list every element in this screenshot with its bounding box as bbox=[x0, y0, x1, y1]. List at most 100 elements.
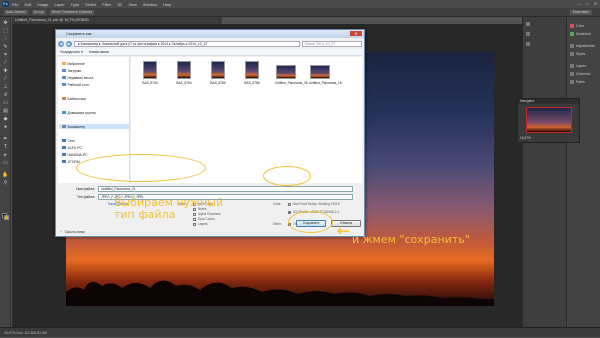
sidebar-item[interactable]: Загрузки bbox=[62, 68, 81, 73]
file-thumbnail[interactable]: BAS_8784 bbox=[173, 61, 195, 85]
sidebar-item-label: Библиотеки bbox=[67, 96, 86, 101]
menu-window[interactable]: Window bbox=[143, 2, 157, 7]
use-proof-setup-checkbox[interactable]: Use Proof Setup: Working CMYK bbox=[288, 202, 340, 206]
history-icon[interactable] bbox=[526, 21, 530, 27]
photoshop-window: Ps File Edit Image Layer Type Select Fil… bbox=[0, 0, 600, 337]
sidebar-item[interactable]: Избранное bbox=[62, 61, 85, 66]
layers-panel-tab[interactable]: Layers bbox=[570, 63, 586, 69]
brush-tool-icon[interactable]: ⁄ bbox=[2, 77, 9, 82]
sidebar-item[interactable]: STORM bbox=[62, 159, 80, 164]
menu-view[interactable]: View bbox=[128, 2, 137, 7]
file-thumbnail[interactable]: BAS_8785 bbox=[207, 61, 229, 85]
arrow-left-icon bbox=[337, 227, 349, 235]
hand-tool-icon[interactable]: ✋ bbox=[2, 173, 9, 178]
pen-tool-icon[interactable]: ✒ bbox=[2, 137, 9, 142]
dodge-tool-icon[interactable]: ● bbox=[2, 125, 9, 130]
swatches-panel-tab[interactable]: Swatches bbox=[570, 31, 591, 37]
organize-button[interactable]: Упорядочить ▾ bbox=[60, 50, 83, 54]
history-brush-tool-icon[interactable]: ↺ bbox=[2, 93, 9, 98]
filename-field[interactable]: Untitled_Panorama_21 bbox=[98, 185, 353, 192]
sidebar-item[interactable]: Домашняя группа bbox=[62, 110, 95, 115]
menu-3d[interactable]: 3D bbox=[117, 2, 122, 7]
adjustments-panel-tab[interactable]: Adjustments bbox=[570, 43, 595, 49]
properties-icon[interactable] bbox=[526, 31, 530, 37]
clone-stamp-tool-icon[interactable]: ⊥ bbox=[2, 85, 9, 90]
brush-presets-icon[interactable] bbox=[526, 41, 530, 47]
menu-type[interactable]: Type bbox=[71, 2, 80, 7]
sidebar-item[interactable]: Сеть bbox=[62, 138, 75, 143]
paths-panel-tab[interactable]: Paths bbox=[570, 79, 585, 85]
sidebar-item-label: Сеть bbox=[67, 138, 76, 143]
navigator-panel: Navigator 16,67% bbox=[517, 98, 580, 143]
menu-file[interactable]: File bbox=[12, 2, 18, 7]
new-folder-button[interactable]: Новая папка bbox=[89, 50, 109, 54]
document-tab[interactable]: Untitled_Panorama_21.psb @ 16,7% (RGB/8) bbox=[12, 17, 222, 24]
type-tool-icon[interactable]: T bbox=[2, 145, 9, 150]
zoom-tool-icon[interactable]: ⚲ bbox=[2, 181, 9, 186]
menu-help[interactable]: Help bbox=[163, 2, 171, 7]
navigator-zoom[interactable]: 16,67% bbox=[520, 136, 531, 140]
navigator-thumbnail[interactable] bbox=[526, 107, 572, 133]
menu-filter[interactable]: Filter bbox=[102, 2, 111, 7]
eraser-tool-icon[interactable]: ▭ bbox=[2, 101, 9, 106]
sidebar-item[interactable]: ALEX-PC bbox=[62, 145, 82, 150]
blur-tool-icon[interactable]: ◆ bbox=[2, 117, 9, 122]
crop-tool-icon[interactable]: ⌗ bbox=[2, 53, 9, 58]
move-tool-icon[interactable]: ✥ bbox=[2, 21, 9, 26]
eyedropper-tool-icon[interactable]: ⁄ bbox=[2, 61, 9, 66]
forward-icon[interactable]: ▶ bbox=[66, 41, 72, 47]
menu-image[interactable]: Image bbox=[37, 2, 48, 7]
workspace-switcher[interactable]: Essentials bbox=[569, 9, 592, 15]
file-thumbnail[interactable]: Untitled_Panorama_18 bbox=[309, 61, 342, 85]
tools-panel: ✥ ⬚ ◌ ✎ ⌗ ⁄ ✚ ⁄ ⊥ ↺ ▭ ▤ ◆ ● ✒ T ▸ ▭ ✋ ⚲ bbox=[0, 17, 11, 327]
menu-edit[interactable]: Edit bbox=[24, 2, 31, 7]
sidebar-item[interactable]: Недавние места bbox=[62, 75, 93, 80]
sidebar-item-label: Избранное bbox=[67, 61, 85, 66]
auto-select-checkbox[interactable]: Auto-Select: bbox=[4, 9, 28, 15]
folder-icon bbox=[62, 96, 66, 101]
image-preview bbox=[211, 61, 225, 79]
styles-panel-tab[interactable]: Styles bbox=[570, 51, 585, 57]
sidebar-item[interactable]: Рабочий стол bbox=[62, 82, 89, 87]
file-thumbnail[interactable]: BAS_8783 bbox=[139, 61, 161, 85]
background-color-swatch[interactable] bbox=[4, 215, 9, 220]
marquee-tool-icon[interactable]: ⬚ bbox=[2, 29, 9, 34]
file-thumbnail[interactable]: BAS_8786 bbox=[241, 61, 263, 85]
channels-panel-tab[interactable]: Channels bbox=[570, 71, 590, 77]
sidebar-item-label: Рабочий стол bbox=[67, 82, 89, 87]
file-name: Untitled_Panorama_08 bbox=[275, 81, 308, 85]
gradient-tool-icon[interactable]: ▤ bbox=[2, 109, 9, 114]
healing-tool-icon[interactable]: ✚ bbox=[2, 69, 9, 74]
maximize-button[interactable]: □ bbox=[586, 1, 588, 6]
breadcrumb[interactable]: ▸ Компьютер ▸ Локальный диск (C:) ▸ фото… bbox=[74, 41, 300, 47]
sidebar-item-label: Домашняя группа bbox=[67, 110, 96, 115]
dialog-title: Сохранить как bbox=[66, 32, 92, 36]
minimize-button[interactable]: — bbox=[577, 1, 581, 6]
shape-tool-icon[interactable]: ▭ bbox=[2, 161, 9, 166]
menu-select[interactable]: Select bbox=[85, 2, 96, 7]
sidebar-item[interactable]: Компьютер bbox=[59, 124, 129, 129]
dialog-toolbar: Упорядочить ▾ Новая папка bbox=[58, 49, 362, 56]
color-panel-tab[interactable]: Color bbox=[570, 23, 584, 29]
hide-folders-toggle[interactable]: ⌃ Скрыть папки bbox=[60, 230, 85, 234]
file-name: BAS_8785 bbox=[210, 81, 226, 85]
sidebar-item[interactable]: HANDNA-PC bbox=[62, 152, 88, 157]
folder-icon bbox=[62, 152, 66, 157]
quick-select-tool-icon[interactable]: ✎ bbox=[2, 45, 9, 50]
auto-select-mode[interactable]: Group bbox=[31, 9, 46, 15]
other-group-label: Other: bbox=[273, 222, 282, 226]
search-input[interactable]: Поиск: 2014_10_27 bbox=[302, 41, 362, 47]
back-icon[interactable]: ◀ bbox=[58, 41, 64, 47]
panel-column: Color Swatches Adjustments Styles Layers… bbox=[566, 17, 600, 327]
menu-layer[interactable]: Layer bbox=[54, 2, 64, 7]
file-thumbnail[interactable]: Untitled_Panorama_08 bbox=[275, 61, 308, 85]
layers-checkbox[interactable]: Layers bbox=[193, 222, 208, 226]
sidebar-item[interactable]: Библиотеки bbox=[62, 96, 86, 101]
path-select-tool-icon[interactable]: ▸ bbox=[2, 153, 9, 158]
dialog-close-button[interactable]: ✕ bbox=[350, 31, 362, 36]
sidebar-item-label: ALEX-PC bbox=[67, 145, 83, 150]
sidebar-item-label: Компьютер bbox=[67, 124, 86, 129]
close-window-button[interactable]: ✕ bbox=[594, 1, 597, 6]
show-transform-checkbox[interactable]: Show Transform Controls bbox=[49, 9, 95, 15]
lasso-tool-icon[interactable]: ◌ bbox=[2, 37, 9, 42]
